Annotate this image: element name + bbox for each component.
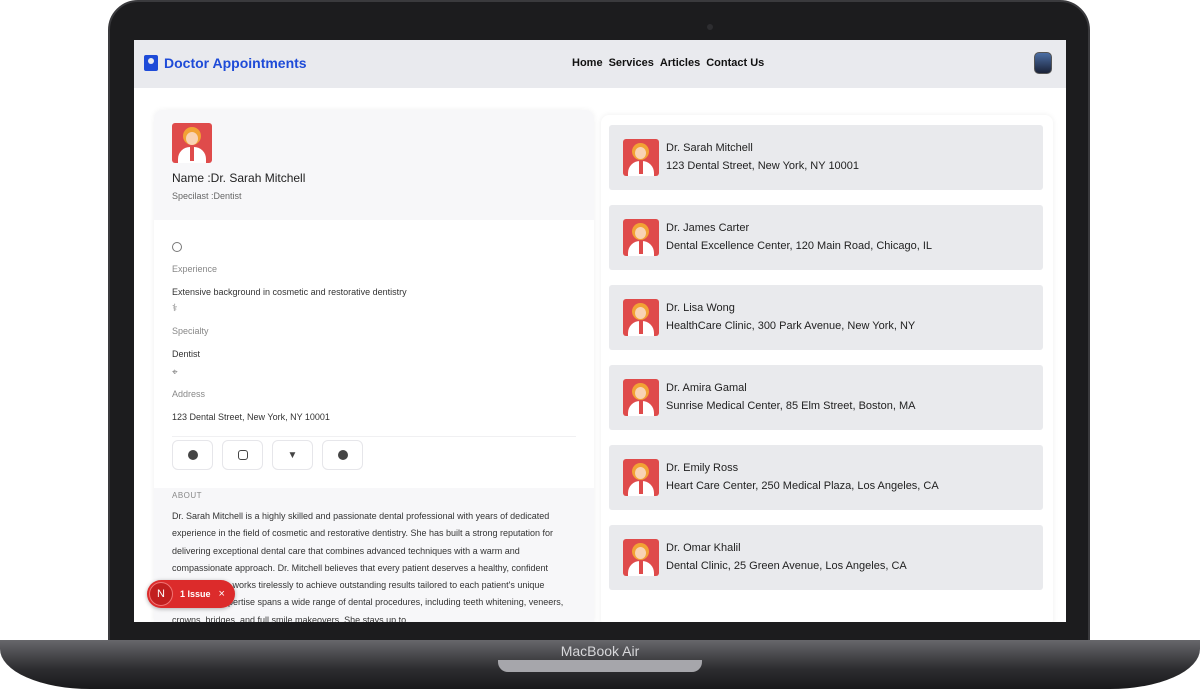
profile-name: Name :Dr. Sarah Mitchell (172, 171, 306, 185)
navbar: Doctor Appointments Home Services Articl… (134, 40, 1066, 88)
doctor-address: Dental Excellence Center, 120 Main Road,… (666, 240, 932, 252)
brand-link[interactable]: Doctor Appointments (144, 55, 307, 71)
profile-specialist: Specilast :Dentist (172, 191, 242, 201)
doctor-name: Dr. Omar Khalil (666, 542, 741, 554)
experience-value: Extensive background in cosmetic and res… (172, 287, 407, 297)
doctor-list: Dr. Sarah Mitchell 123 Dental Street, Ne… (601, 115, 1053, 622)
about-label: ABOUT (172, 491, 203, 500)
nav-services-link[interactable]: Services (609, 57, 654, 69)
laptop-notch (498, 660, 702, 672)
doctor-avatar (623, 299, 659, 336)
nav-links: Home Services Articles Contact Us (572, 57, 764, 69)
doctor-list-item[interactable]: Dr. Sarah Mitchell 123 Dental Street, Ne… (609, 125, 1043, 190)
address-book-icon (144, 55, 158, 71)
facebook-button[interactable] (172, 440, 213, 470)
doctor-address: Sunrise Medical Center, 85 Elm Street, B… (666, 400, 916, 412)
doctor-list-item[interactable]: Dr. Lisa Wong HealthCare Clinic, 300 Par… (609, 285, 1043, 350)
address-label: Address (172, 389, 206, 399)
doctor-avatar (623, 539, 659, 576)
experience-label: Experience (172, 264, 218, 274)
github-icon (337, 450, 348, 460)
doctor-address: Heart Care Center, 250 Medical Plaza, Lo… (666, 480, 939, 492)
clock-icon (172, 242, 182, 252)
stethoscope-icon: ⚕ (172, 303, 178, 314)
doctor-list-item[interactable]: Dr. Emily Ross Heart Care Center, 250 Me… (609, 445, 1043, 510)
twitter-button[interactable]: ▼ (272, 440, 313, 470)
user-avatar[interactable] (1034, 52, 1052, 74)
nav-home-link[interactable]: Home (572, 57, 603, 69)
twitter-icon: ▼ (287, 449, 298, 461)
map-pin-icon: ⌖ (172, 367, 178, 378)
doctor-list-item[interactable]: Dr. James Carter Dental Excellence Cente… (609, 205, 1043, 270)
doctor-avatar (623, 219, 659, 256)
doctor-avatar (172, 123, 212, 163)
device-model-label: MacBook Air (560, 643, 640, 659)
brand-title: Doctor Appointments (164, 55, 307, 71)
doctor-address: Dental Clinic, 25 Green Avenue, Los Ange… (666, 560, 907, 572)
camera-icon (707, 24, 713, 30)
doctor-avatar (623, 139, 659, 176)
doctor-name: Dr. Lisa Wong (666, 302, 735, 314)
profile-header: Name :Dr. Sarah Mitchell Specilast :Dent… (154, 110, 594, 220)
issue-badge[interactable]: N 1 Issue × (147, 580, 235, 608)
doctor-name: Dr. Amira Gamal (666, 382, 747, 394)
instagram-button[interactable] (222, 440, 263, 470)
social-links: ▼ (172, 440, 363, 470)
nav-articles-link[interactable]: Articles (660, 57, 700, 69)
specialty-value: Dentist (172, 349, 201, 359)
doctor-list-item[interactable]: Dr. Omar Khalil Dental Clinic, 25 Green … (609, 525, 1043, 590)
divider (172, 436, 576, 437)
doctor-list-item[interactable]: Dr. Amira Gamal Sunrise Medical Center, … (609, 365, 1043, 430)
doctor-avatar (623, 379, 659, 416)
facebook-icon (187, 450, 198, 460)
close-icon[interactable]: × (219, 588, 225, 600)
specialty-label: Specialty (172, 326, 209, 336)
instagram-icon (237, 450, 248, 460)
doctor-name: Dr. Emily Ross (666, 462, 739, 474)
nav-contact-link[interactable]: Contact Us (706, 57, 764, 69)
doctor-address: 123 Dental Street, New York, NY 10001 (666, 160, 860, 172)
doctor-name: Dr. James Carter (666, 222, 750, 234)
address-value: 123 Dental Street, New York, NY 10001 (172, 412, 330, 422)
issue-count[interactable]: 1 Issue (180, 589, 211, 599)
app-screen: Doctor Appointments Home Services Articl… (134, 40, 1066, 622)
doctor-avatar (623, 459, 659, 496)
github-button[interactable] (322, 440, 363, 470)
doctor-name: Dr. Sarah Mitchell (666, 142, 753, 154)
doctor-profile-card: Name :Dr. Sarah Mitchell Specilast :Dent… (154, 110, 594, 622)
nextjs-icon: N (149, 582, 173, 606)
doctor-address: HealthCare Clinic, 300 Park Avenue, New … (666, 320, 916, 332)
about-text: Dr. Sarah Mitchell is a highly skilled a… (172, 511, 564, 622)
